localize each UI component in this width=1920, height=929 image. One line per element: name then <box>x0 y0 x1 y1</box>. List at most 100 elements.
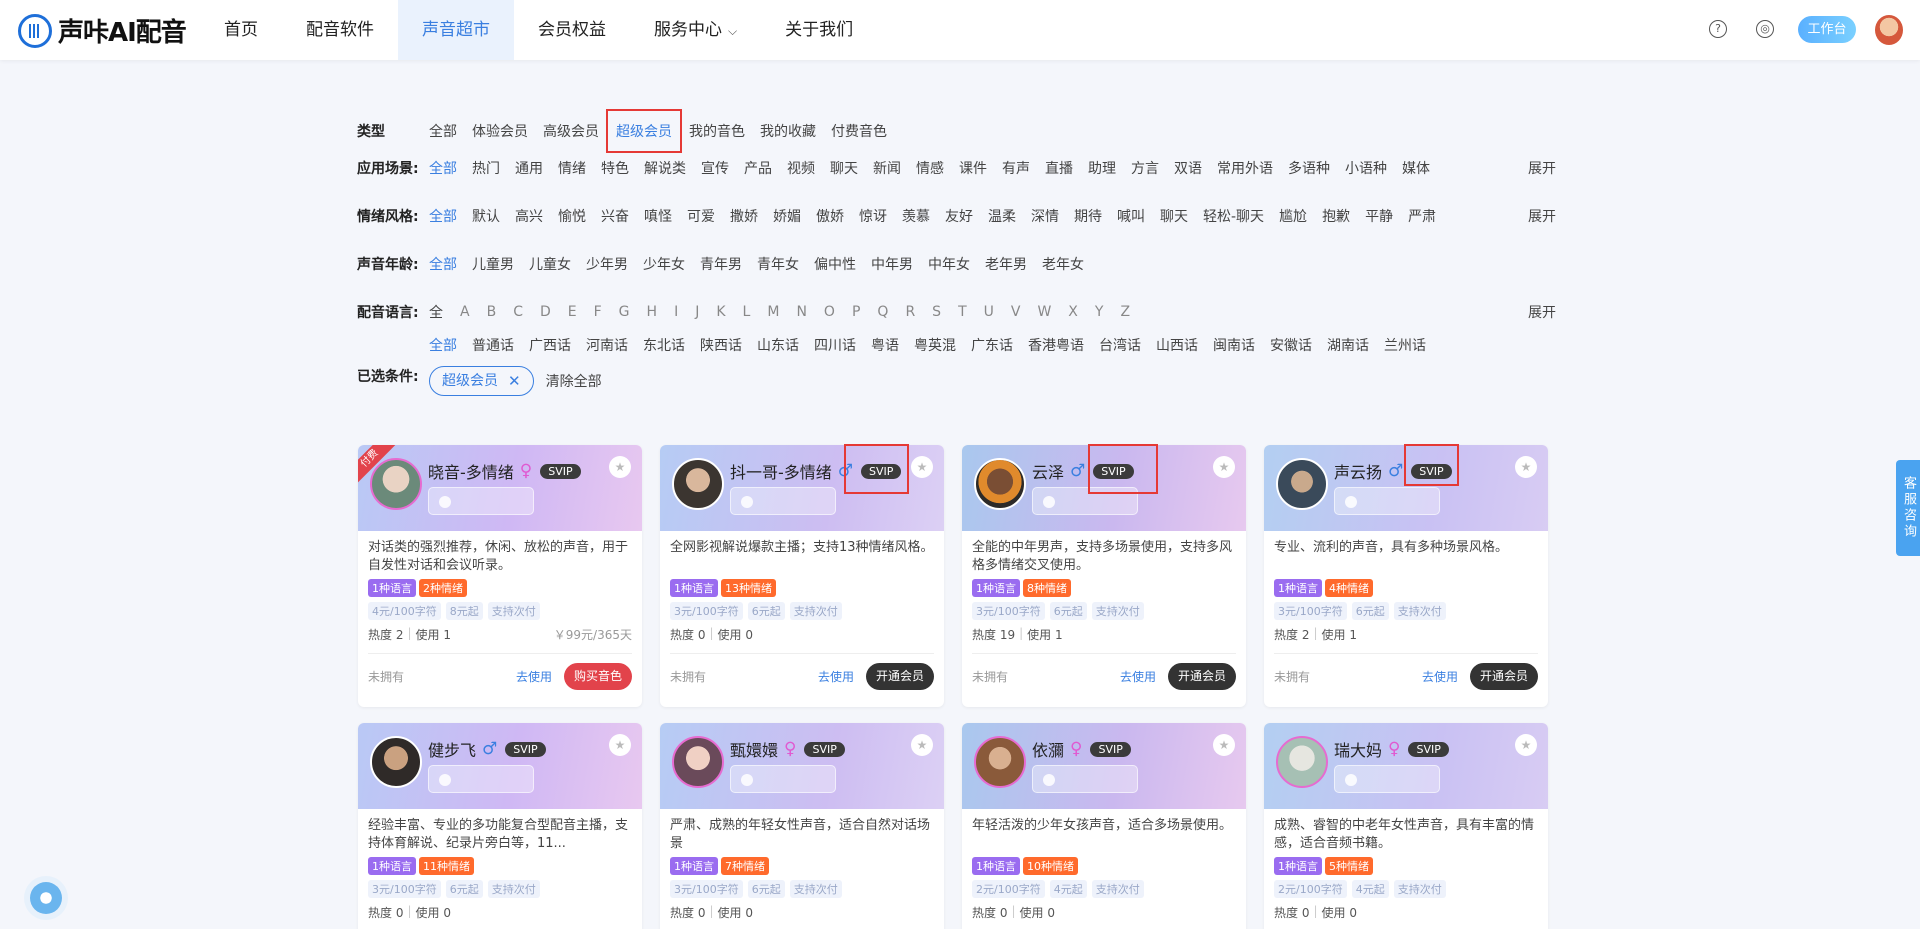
dialect-option[interactable]: 东北话 <box>643 335 685 355</box>
language-letter-option[interactable]: 全 <box>429 302 443 322</box>
scene-option[interactable]: 通用 <box>515 158 543 178</box>
user-avatar[interactable] <box>1875 15 1903 45</box>
scene-option[interactable]: 小语种 <box>1345 158 1387 178</box>
language-letter-option[interactable]: Q <box>877 304 888 320</box>
voice-avatar[interactable] <box>974 736 1026 788</box>
language-letter-option[interactable]: P <box>852 304 860 320</box>
dialect-option[interactable]: 山东话 <box>757 335 799 355</box>
audio-preview-button[interactable] <box>1334 765 1440 793</box>
voice-card[interactable]: 瑞大妈 ♀ SVIP ★ 成熟、睿智的中老年女性声音，具有丰富的情感，适合音频书籍。 1种… <box>1264 723 1548 929</box>
dialect-option[interactable]: 广东话 <box>971 335 1013 355</box>
language-letter-option[interactable]: A <box>460 304 470 320</box>
voice-avatar[interactable] <box>672 458 724 510</box>
expand-language-button[interactable]: 展开 <box>1528 302 1556 322</box>
age-option[interactable]: 全部 <box>429 254 457 274</box>
language-letter-option[interactable]: M <box>767 304 779 320</box>
scene-option[interactable]: 全部 <box>429 158 457 178</box>
nav-membership[interactable]: 会员权益 <box>514 0 630 60</box>
use-link[interactable]: 去使用 <box>516 668 552 685</box>
language-letter-option[interactable]: D <box>540 304 551 320</box>
emotion-option[interactable]: 兴奋 <box>601 206 629 226</box>
settings-circle-icon[interactable]: ◎ <box>1756 20 1774 38</box>
voice-avatar[interactable] <box>1276 736 1328 788</box>
open-membership-button[interactable]: 开通会员 <box>865 663 934 690</box>
age-option[interactable]: 偏中性 <box>814 254 856 274</box>
star-icon[interactable]: ★ <box>609 734 631 756</box>
star-icon[interactable]: ★ <box>1515 734 1537 756</box>
dialect-option[interactable]: 河南话 <box>586 335 628 355</box>
customer-service-button[interactable]: 客服咨询 <box>1896 460 1920 556</box>
voice-avatar[interactable] <box>370 458 422 510</box>
scene-option[interactable]: 常用外语 <box>1217 158 1273 178</box>
language-letter-option[interactable]: Z <box>1120 304 1130 320</box>
type-option[interactable]: 我的收藏 <box>760 121 816 141</box>
voice-avatar[interactable] <box>1276 458 1328 510</box>
language-letter-option[interactable]: I <box>674 304 678 320</box>
language-letter-option[interactable]: S <box>932 304 941 320</box>
age-option[interactable]: 老年女 <box>1042 254 1084 274</box>
dialect-option[interactable]: 台湾话 <box>1099 335 1141 355</box>
emotion-option[interactable]: 默认 <box>472 206 500 226</box>
language-letter-option[interactable]: E <box>568 304 577 320</box>
star-icon[interactable]: ★ <box>609 456 631 478</box>
type-option-selected[interactable]: 超级会员 <box>606 109 682 153</box>
age-option[interactable]: 青年男 <box>700 254 742 274</box>
star-icon[interactable]: ★ <box>1515 456 1537 478</box>
language-letter-option[interactable]: U <box>984 304 994 320</box>
scene-option[interactable]: 助理 <box>1088 158 1116 178</box>
scene-option[interactable]: 宣传 <box>701 158 729 178</box>
scene-option[interactable]: 产品 <box>744 158 772 178</box>
scene-option[interactable]: 有声 <box>1002 158 1030 178</box>
age-option[interactable]: 儿童女 <box>529 254 571 274</box>
scene-option[interactable]: 方言 <box>1131 158 1159 178</box>
voice-card[interactable]: 依瀰 ♀ SVIP ★ 年轻活泼的少年女孩声音，适合多场景使用。 1种语言 10种情绪 2元/… <box>962 723 1246 929</box>
dialect-option[interactable]: 广西话 <box>529 335 571 355</box>
emotion-option[interactable]: 期待 <box>1074 206 1102 226</box>
audio-preview-button[interactable] <box>1334 487 1440 515</box>
age-option[interactable]: 儿童男 <box>472 254 514 274</box>
scene-option[interactable]: 情感 <box>916 158 944 178</box>
dialect-option[interactable]: 闽南话 <box>1213 335 1255 355</box>
emotion-option[interactable]: 深情 <box>1031 206 1059 226</box>
buy-voice-button[interactable]: 购买音色 <box>563 663 632 690</box>
voice-avatar[interactable] <box>974 458 1026 510</box>
scene-option[interactable]: 媒体 <box>1402 158 1430 178</box>
logo[interactable]: 声咔AI配音 <box>18 12 187 49</box>
dialect-option[interactable]: 陕西话 <box>700 335 742 355</box>
scene-option[interactable]: 多语种 <box>1288 158 1330 178</box>
audio-preview-button[interactable] <box>428 487 534 515</box>
scene-option[interactable]: 视频 <box>787 158 815 178</box>
emotion-option[interactable]: 嗔怪 <box>644 206 672 226</box>
language-letter-option[interactable]: K <box>716 304 725 320</box>
scene-option[interactable]: 课件 <box>959 158 987 178</box>
language-letter-option[interactable]: Y <box>1095 304 1104 320</box>
scene-option[interactable]: 解说类 <box>644 158 686 178</box>
emotion-option[interactable]: 严肃 <box>1408 206 1436 226</box>
nav-service-center[interactable]: 服务中心 ⌵ <box>630 0 761 60</box>
age-option[interactable]: 中年男 <box>871 254 913 274</box>
language-letter-option[interactable]: H <box>647 304 658 320</box>
scene-option[interactable]: 新闻 <box>873 158 901 178</box>
language-letter-option[interactable]: C <box>513 304 523 320</box>
scene-option[interactable]: 情绪 <box>558 158 586 178</box>
voice-card[interactable]: 甄嬛嬛 ♀ SVIP ★ 严肃、成熟的年轻女性声音，适合自然对话场景 1种语言 7种情绪 3元… <box>660 723 944 929</box>
emotion-option[interactable]: 愉悦 <box>558 206 586 226</box>
workbench-button[interactable]: 工作台 <box>1798 16 1856 43</box>
emotion-option[interactable]: 温柔 <box>988 206 1016 226</box>
emotion-option[interactable]: 可爱 <box>687 206 715 226</box>
voice-card[interactable]: 付费 晓音-多情绪 ♀ SVIP ★ 对话类的强烈推荐，休闲、放松的声音，用于自发性对话和… <box>358 445 642 707</box>
nav-dubbing-software[interactable]: 配音软件 <box>282 0 398 60</box>
star-icon[interactable]: ★ <box>1213 734 1235 756</box>
language-letter-option[interactable]: G <box>619 304 630 320</box>
clear-all-button[interactable]: 清除全部 <box>546 371 602 391</box>
scene-option[interactable]: 直播 <box>1045 158 1073 178</box>
language-letter-option[interactable]: V <box>1011 304 1021 320</box>
scene-option[interactable]: 双语 <box>1174 158 1202 178</box>
language-letter-option[interactable]: F <box>594 304 602 320</box>
type-option[interactable]: 付费音色 <box>831 121 887 141</box>
audio-preview-button[interactable] <box>730 765 836 793</box>
star-icon[interactable]: ★ <box>911 734 933 756</box>
selected-chip[interactable]: 超级会员 ✕ <box>429 366 534 396</box>
scene-option[interactable]: 聊天 <box>830 158 858 178</box>
scene-option[interactable]: 特色 <box>601 158 629 178</box>
